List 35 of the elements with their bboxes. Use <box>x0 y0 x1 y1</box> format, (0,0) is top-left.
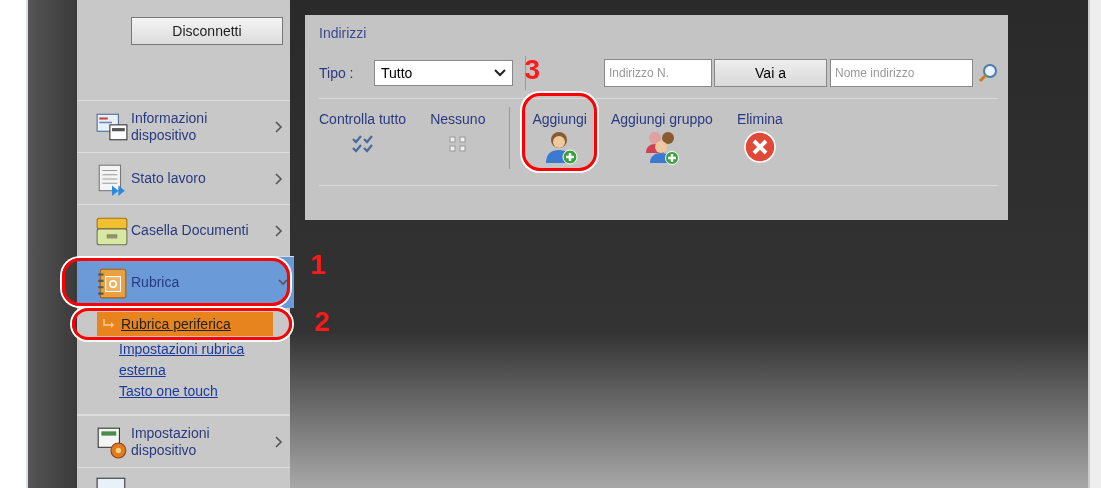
search-icon[interactable] <box>978 63 998 83</box>
address-name-field[interactable]: Nome indirizzo <box>830 59 973 87</box>
toolbar-action[interactable]: Aggiungi <box>532 111 587 165</box>
nav-item[interactable]: Casella Documenti <box>77 204 290 256</box>
empty-squares-icon <box>446 135 469 153</box>
submenu-link[interactable]: Rubrica periferica <box>97 312 273 336</box>
nav-item[interactable]: Stato lavoro <box>77 152 290 204</box>
goto-button[interactable]: Vai a <box>714 59 827 87</box>
toolbar-action[interactable]: Aggiungi gruppo <box>610 111 713 165</box>
nav-label: Informazioni dispositivo <box>130 109 209 144</box>
nav-label: Impostazioni dispositivo <box>130 424 211 459</box>
panel-title: Indirizzi <box>319 25 368 43</box>
callout-number: 2 <box>314 307 330 337</box>
people-plus-icon <box>643 129 680 165</box>
type-dropdown[interactable]: Tutto <box>374 60 513 86</box>
toolbar-action[interactable]: Elimina <box>736 111 783 165</box>
logout-button[interactable]: Disconnetti <box>131 17 283 45</box>
callout-number: 1 <box>310 250 326 280</box>
checkmarks-icon <box>351 135 374 153</box>
nav-item[interactable] <box>77 467 290 487</box>
submenu-link[interactable]: Impostazioni rubrica esterna <box>97 339 289 381</box>
select-action[interactable]: Nessuno <box>430 111 486 153</box>
nav-label: Casella Documenti <box>130 222 250 239</box>
type-label: Tipo : <box>319 65 355 81</box>
caret-icon <box>494 69 506 77</box>
address-number-field[interactable]: Indirizzo N. <box>604 59 712 87</box>
nav-label: Rubrica <box>130 274 181 291</box>
submenu-link[interactable]: Tasto one touch <box>97 381 289 402</box>
arrow-icon <box>103 319 115 329</box>
nav-label: Stato lavoro <box>130 170 207 187</box>
select-action[interactable]: Controlla tutto <box>319 111 407 153</box>
nav-item[interactable]: Impostazioni dispositivo <box>77 415 290 467</box>
delete-icon <box>741 129 778 165</box>
nav-item[interactable]: Informazioni dispositivo <box>77 100 290 152</box>
callout-number: 3 <box>524 55 540 85</box>
